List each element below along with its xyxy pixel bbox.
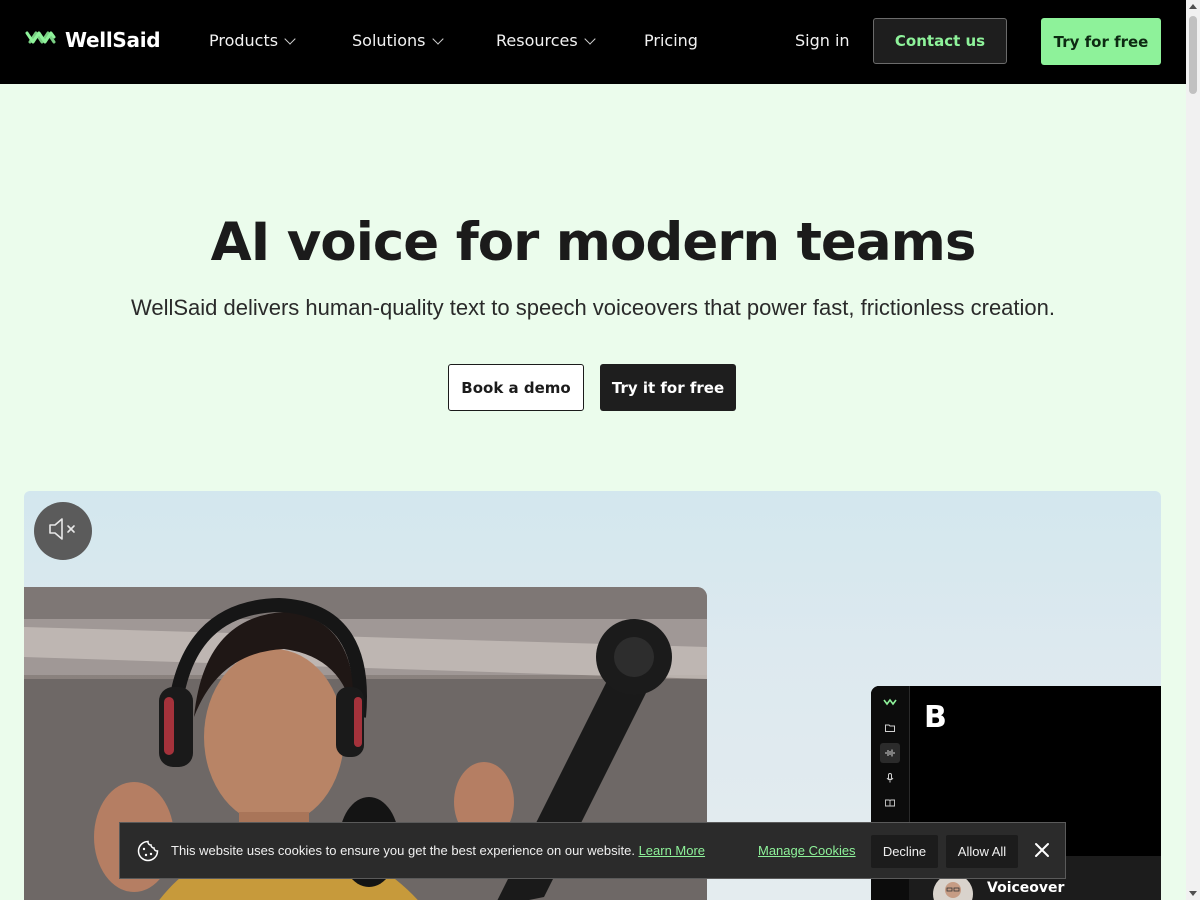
- sign-in-label: Sign in: [795, 31, 850, 50]
- chevron-down-icon: [431, 32, 444, 45]
- hero-subtitle: WellSaid delivers human-quality text to …: [130, 295, 1056, 320]
- wellsaid-logo-icon: [880, 692, 900, 712]
- scroll-down-arrow-icon[interactable]: [1189, 891, 1197, 896]
- contact-us-button[interactable]: Contact us: [873, 18, 1007, 64]
- waveform-icon[interactable]: [880, 743, 900, 763]
- learn-more-link[interactable]: Learn More: [639, 843, 705, 858]
- decline-cookies-button[interactable]: Decline: [871, 835, 938, 868]
- nav-resources-label: Resources: [496, 31, 578, 50]
- nav-resources[interactable]: Resources: [496, 31, 596, 50]
- mute-toggle-button[interactable]: [34, 502, 92, 560]
- app-preview-heading: B: [924, 700, 947, 735]
- scroll-thumb[interactable]: [1189, 16, 1197, 94]
- cookie-banner: This website uses cookies to ensure you …: [119, 822, 1066, 879]
- manage-cookies-link[interactable]: Manage Cookies: [758, 843, 856, 858]
- voice-label: Voiceover: [987, 880, 1065, 896]
- speaker-muted-icon: [46, 516, 80, 546]
- scroll-up-arrow-icon[interactable]: [1189, 4, 1197, 9]
- try-for-free-button[interactable]: Try for free: [1041, 18, 1161, 65]
- nav-solutions[interactable]: Solutions: [352, 31, 444, 50]
- nav-products-label: Products: [209, 31, 279, 50]
- chevron-down-icon: [284, 32, 296, 45]
- close-icon[interactable]: [1032, 840, 1052, 860]
- book-demo-button[interactable]: Book a demo: [448, 364, 584, 411]
- cookie-message: This website uses cookies to ensure you …: [171, 843, 705, 858]
- brand-name: WellSaid: [65, 28, 161, 52]
- page-scrollbar[interactable]: [1186, 0, 1200, 900]
- microphone-icon[interactable]: [880, 768, 900, 788]
- cookie-icon: [137, 840, 159, 865]
- nav-pricing-label: Pricing: [644, 31, 698, 50]
- cookie-message-text: This website uses cookies to ensure you …: [171, 843, 635, 858]
- brand-logo[interactable]: WellSaid: [24, 28, 161, 52]
- nav-pricing[interactable]: Pricing: [644, 31, 698, 50]
- nav-solutions-label: Solutions: [352, 31, 426, 50]
- folder-icon[interactable]: [880, 718, 900, 738]
- hero-title: AI voice for modern teams: [210, 212, 977, 273]
- book-icon[interactable]: [880, 793, 900, 813]
- allow-all-cookies-button[interactable]: Allow All: [946, 835, 1018, 868]
- top-navigation-bar: WellSaid Products Solutions Resources Pr…: [0, 0, 1186, 84]
- nav-products[interactable]: Products: [209, 31, 296, 50]
- chevron-down-icon: [584, 32, 596, 45]
- wellsaid-logo-icon: [24, 29, 57, 51]
- sign-in-link[interactable]: Sign in: [795, 31, 850, 50]
- try-it-free-button[interactable]: Try it for free: [600, 364, 736, 411]
